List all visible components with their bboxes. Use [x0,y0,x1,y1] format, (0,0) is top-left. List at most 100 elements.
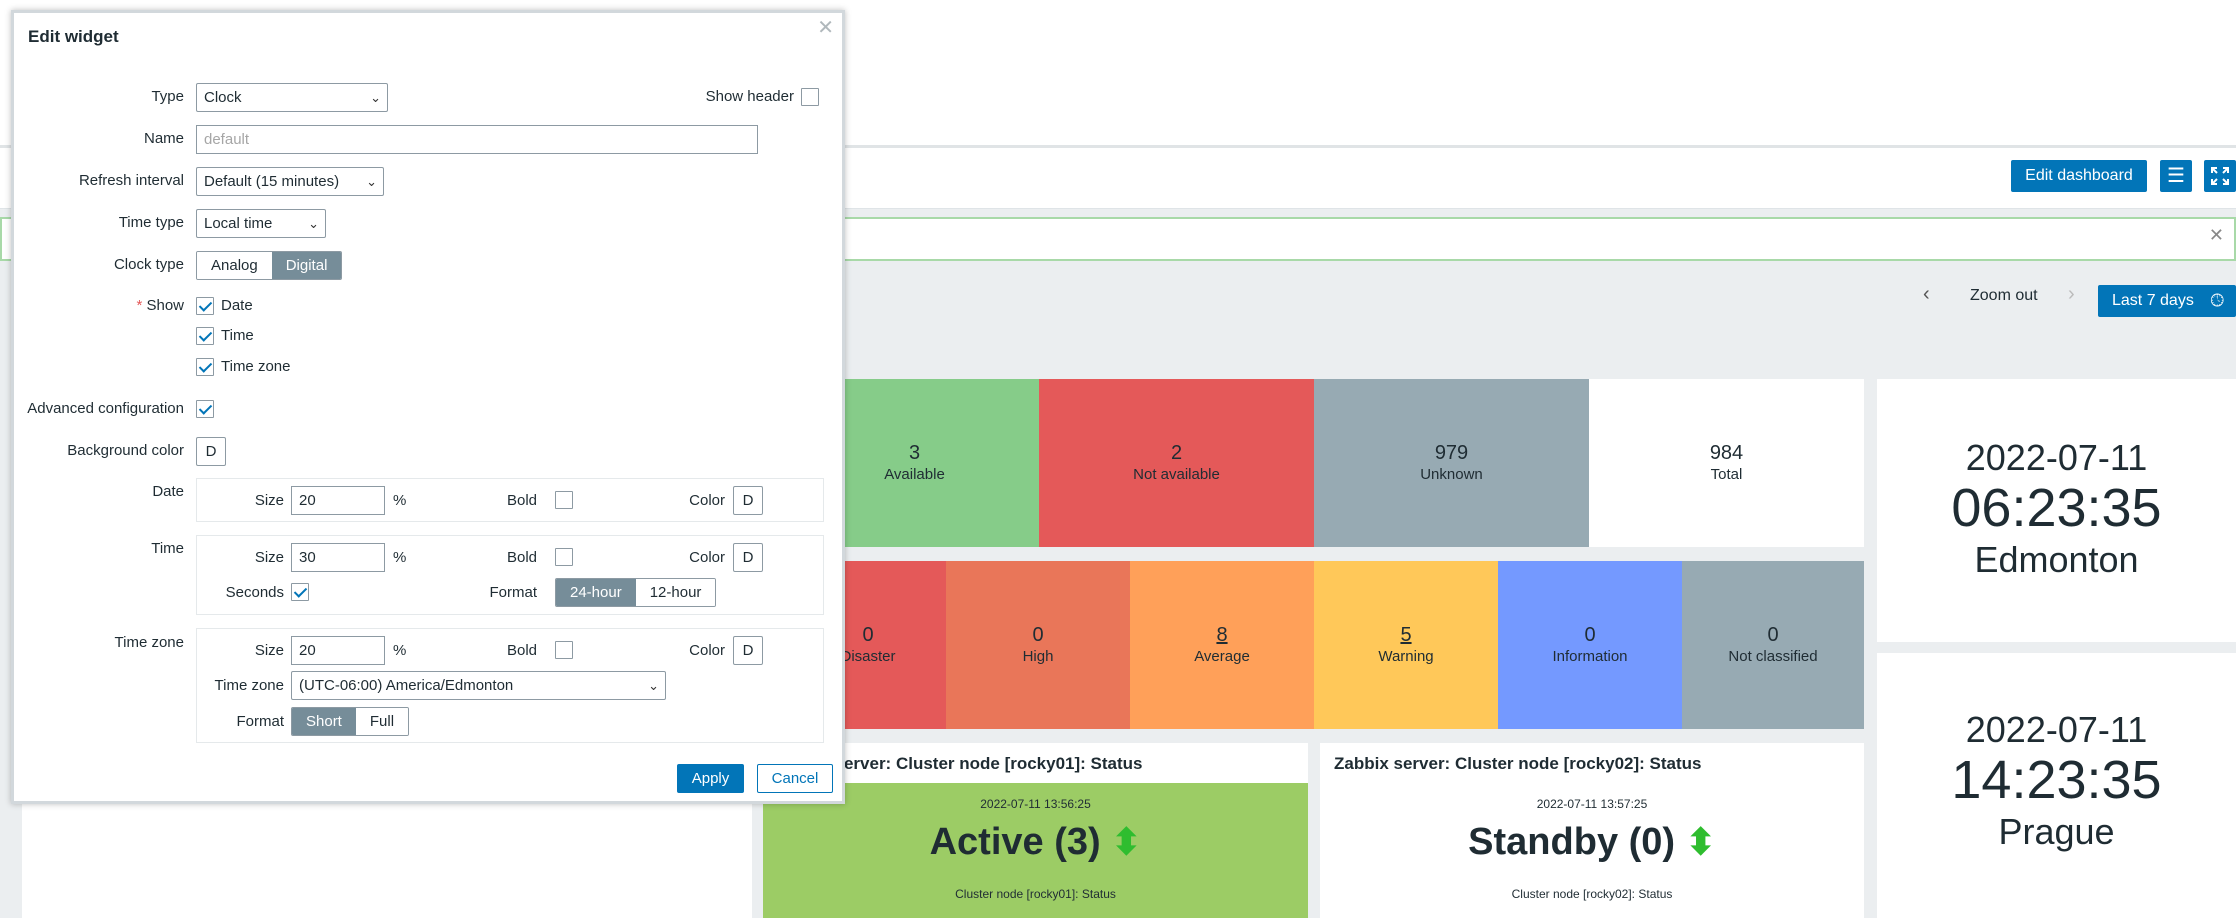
tz-size-input[interactable]: 20 [291,636,385,665]
time-type-select[interactable]: Local time ⌄ [196,209,326,238]
advanced-config-checkbox[interactable] [196,400,214,418]
tile-label: Information [1552,648,1628,665]
name-input[interactable]: default [196,125,758,154]
clock-timezone: Edmonton [1974,539,2139,580]
time-type-value: Local time [204,215,273,232]
item-description: Cluster node [rocky02]: Status [1511,887,1673,901]
clock-type-digital[interactable]: Digital [271,252,342,279]
time-color-picker[interactable]: D [733,543,763,572]
tile-value: 984 [1709,442,1744,464]
show-header-label: Show header [705,88,794,105]
format-12-hour[interactable]: 12-hour [635,579,716,606]
clock-icon: 🕓︎ [2210,291,2224,310]
tz-format-full[interactable]: Full [355,708,409,735]
tile-value[interactable]: 5 [1400,623,1411,647]
time-size-input[interactable]: 30 [291,543,385,572]
date-color-label: Color [689,492,725,509]
show-header-checkbox[interactable] [801,88,819,106]
widget-header: Zabbix server: Cluster node [rocky02]: S… [1334,754,1702,773]
tile-not-available[interactable]: 2 Not available [1039,379,1314,547]
tz-format-short[interactable]: Short [292,708,356,735]
chevron-down-icon: ⌄ [648,678,659,693]
refresh-interval-value: Default (15 minutes) [204,173,340,190]
timezone-select[interactable]: (UTC-06:00) America/Edmonton ⌄ [291,671,666,700]
tile-high[interactable]: 0 High [946,561,1130,729]
item-value-text: Standby (0) [1468,821,1676,863]
item-value: Standby (0) ⬍ [1320,821,1864,864]
up-down-arrow-icon: ⬍ [1111,821,1142,862]
tile-value: 0 [1032,624,1044,646]
tile-value: 3 [908,442,921,464]
chevron-down-icon: ⌄ [308,216,319,231]
edit-dashboard-button[interactable]: Edit dashboard [2011,160,2147,192]
type-value: Clock [204,89,242,106]
cancel-button[interactable]: Cancel [757,764,833,793]
tile-total[interactable]: 984 Total [1589,379,1864,547]
tile-label: Warning [1378,648,1434,665]
period-label: Last 7 days [2112,292,2194,309]
refresh-interval-label: Refresh interval [78,172,184,189]
tile-not-classified[interactable]: 0 Not classified [1682,561,1864,729]
time-bold-checkbox[interactable] [555,548,573,566]
date-section-label: Date [152,483,184,500]
tile-label: Not available [1133,466,1220,483]
show-timezone-label: Time zone [221,358,291,375]
tile-unknown[interactable]: 979 Unknown [1314,379,1589,547]
date-bold-label: Bold [506,492,537,509]
tile-label: Average [1194,648,1250,665]
format-24-hour[interactable]: 24-hour [556,579,636,606]
time-period-button[interactable]: Last 7 days 🕓︎ [2098,285,2236,317]
tile-value: 0 [862,624,874,646]
chevron-right-icon: › [2068,283,2075,305]
show-label-text: Show [146,297,184,314]
seconds-checkbox[interactable] [291,583,309,601]
close-icon[interactable]: ✕ [2209,225,2224,246]
date-color-picker[interactable]: D [733,486,763,515]
tile-label: Unknown [1420,466,1483,483]
date-bold-checkbox[interactable] [555,491,573,509]
zoom-out-button[interactable]: Zoom out [1970,287,2038,305]
tile-value[interactable]: 8 [1216,623,1227,647]
time-size-label: Size [254,549,284,566]
tz-bold-label: Bold [506,642,537,659]
clock-timezone: Prague [1998,811,2115,852]
tz-bold-checkbox[interactable] [555,641,573,659]
time-format-label: Format [489,584,537,601]
hamburger-icon: ☰ [2167,165,2185,187]
tile-average[interactable]: 8 Average [1130,561,1314,729]
refresh-interval-select[interactable]: Default (15 minutes) ⌄ [196,167,384,196]
timezone-settings-group: Size 20 % Bold Color D Time zone (UTC-06… [196,628,824,743]
tile-information[interactable]: 0 Information [1498,561,1682,729]
clock-date: 2022-07-11 [1965,709,2148,750]
clock-type-analog[interactable]: Analog [197,252,272,279]
show-time-checkbox[interactable] [196,327,214,345]
tz-format-toggle[interactable]: Short Full [291,707,410,736]
date-size-label: Size [254,492,284,509]
show-timezone-checkbox[interactable] [196,358,214,376]
timezone-field-label: Time zone [214,677,284,694]
item-value-widget-rocky02: Zabbix server: Cluster node [rocky02]: S… [1320,743,1864,918]
percent-label: % [393,549,407,566]
close-icon[interactable]: ✕ [817,15,834,40]
tz-color-picker[interactable]: D [733,636,763,665]
clock-type-toggle[interactable]: Analog Digital [196,251,343,280]
item-timestamp: 2022-07-11 13:57:25 [1536,797,1648,811]
time-section-label: Time [151,540,184,557]
date-size-input[interactable]: 20 [291,486,385,515]
bg-color-picker[interactable]: D [196,437,226,466]
clock-time: 14:23:35 [1951,750,2162,810]
tile-label: High [1022,648,1054,665]
fullscreen-button[interactable] [2204,160,2236,192]
menu-button[interactable]: ☰ [2160,160,2192,192]
apply-button[interactable]: Apply [677,764,744,793]
tz-size-label: Size [254,642,284,659]
time-format-toggle[interactable]: 24-hour 12-hour [555,578,717,607]
tile-value: 2 [1170,442,1183,464]
type-select[interactable]: Clock ⌄ [196,83,388,112]
show-date-checkbox[interactable] [196,297,214,315]
tile-warning[interactable]: 5 Warning [1314,561,1498,729]
tile-label: Not classified [1728,648,1818,665]
timezone-section-label: Time zone [114,634,184,651]
tz-color-label: Color [689,642,725,659]
chevron-left-icon[interactable]: ‹ [1923,283,1930,306]
